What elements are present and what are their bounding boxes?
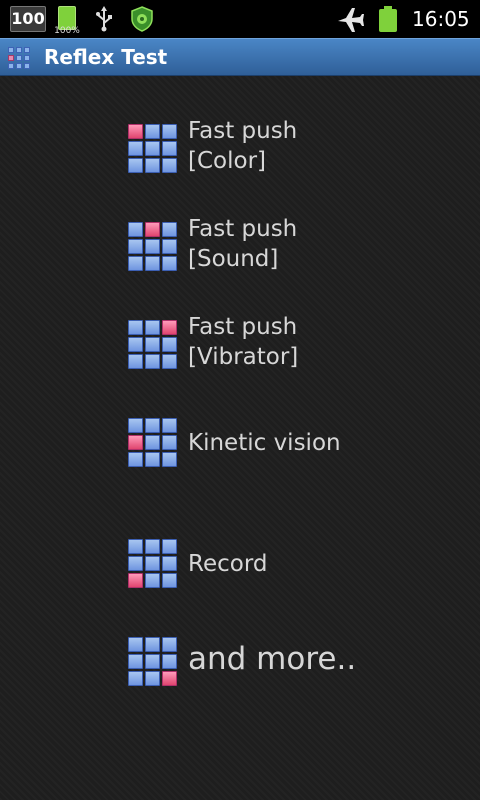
- grid-cell: [145, 637, 160, 652]
- grid-cell: [162, 256, 177, 271]
- grid-cell-highlighted: [162, 320, 177, 335]
- grid-cell: [162, 141, 177, 156]
- grid-cell-highlighted: [128, 435, 143, 450]
- app-grid-icon: [8, 47, 30, 69]
- grid-cell-highlighted: [162, 671, 177, 686]
- airplane-icon: [338, 8, 364, 32]
- label-line-2: [Vibrator]: [188, 344, 299, 370]
- grid-cell: [162, 222, 177, 237]
- usb-icon: [96, 6, 112, 32]
- grid-cell: [162, 556, 177, 571]
- grid-cell: [162, 539, 177, 554]
- label-line-1: Fast push: [188, 216, 298, 242]
- grid-cell: [162, 573, 177, 588]
- grid-cell: [128, 354, 143, 369]
- menu-item-label: Kinetic vision: [188, 430, 341, 456]
- menu-item-and-more[interactable]: and more..: [128, 635, 448, 691]
- grid-cell: [145, 435, 160, 450]
- grid-icon: [128, 637, 178, 687]
- grid-cell: [145, 671, 160, 686]
- grid-cell: [162, 452, 177, 467]
- clock: 16:05: [412, 7, 470, 31]
- grid-cell: [145, 337, 160, 352]
- grid-cell: [162, 158, 177, 173]
- grid-cell: [162, 637, 177, 652]
- menu-item-fast-push-sound[interactable]: Fast push [Sound]: [128, 216, 448, 276]
- grid-cell: [145, 320, 160, 335]
- grid-cell: [128, 556, 143, 571]
- grid-cell: [128, 320, 143, 335]
- grid-cell: [162, 239, 177, 254]
- grid-cell: [145, 158, 160, 173]
- grid-icon: [128, 320, 178, 370]
- menu-item-label: Record: [188, 551, 268, 577]
- status-bar: 100 100% 16:05: [0, 0, 480, 38]
- grid-cell: [145, 141, 160, 156]
- grid-cell: [128, 671, 143, 686]
- grid-icon: [128, 124, 178, 174]
- grid-cell: [162, 337, 177, 352]
- grid-cell: [145, 654, 160, 669]
- menu-item-label: and more..: [188, 641, 357, 677]
- small-battery-percent: 100%: [54, 26, 80, 36]
- grid-cell: [145, 539, 160, 554]
- grid-cell-highlighted: [128, 124, 143, 139]
- grid-cell: [145, 354, 160, 369]
- label-line-2: [Color]: [188, 148, 266, 174]
- grid-cell: [162, 418, 177, 433]
- grid-cell: [145, 418, 160, 433]
- grid-cell: [128, 637, 143, 652]
- grid-cell: [128, 337, 143, 352]
- grid-cell: [145, 124, 160, 139]
- grid-cell: [128, 654, 143, 669]
- menu-item-label: Fast push [Color]: [188, 116, 297, 176]
- label-line-2: [Sound]: [188, 246, 279, 272]
- label-line-1: Fast push: [188, 118, 298, 144]
- small-battery-icon: 100%: [54, 4, 80, 36]
- grid-cell: [128, 418, 143, 433]
- title-bar: Reflex Test: [0, 38, 480, 76]
- menu-item-kinetic-vision[interactable]: Kinetic vision: [128, 416, 448, 472]
- grid-cell: [128, 222, 143, 237]
- grid-cell: [128, 452, 143, 467]
- grid-cell: [145, 573, 160, 588]
- grid-cell: [145, 556, 160, 571]
- grid-cell: [162, 435, 177, 450]
- menu-item-record[interactable]: Record: [128, 537, 448, 593]
- grid-cell: [128, 141, 143, 156]
- battery-full-icon: [378, 6, 398, 32]
- menu-item-fast-push-vibrator[interactable]: Fast push [Vibrator]: [128, 314, 448, 374]
- app-title: Reflex Test: [44, 45, 168, 69]
- grid-cell: [128, 539, 143, 554]
- grid-icon: [128, 418, 178, 468]
- grid-icon: [128, 539, 178, 589]
- menu-item-label: Fast push [Sound]: [188, 214, 297, 274]
- grid-cell: [162, 654, 177, 669]
- grid-cell: [128, 158, 143, 173]
- label-line-1: Fast push: [188, 314, 298, 340]
- shield-icon: [131, 6, 153, 32]
- menu-item-fast-push-color[interactable]: Fast push [Color]: [128, 118, 448, 178]
- battery-number-icon: 100: [10, 6, 46, 32]
- grid-cell-highlighted: [145, 222, 160, 237]
- grid-cell: [145, 452, 160, 467]
- grid-cell-highlighted: [128, 573, 143, 588]
- grid-icon: [128, 222, 178, 272]
- grid-cell: [162, 124, 177, 139]
- grid-cell: [162, 354, 177, 369]
- grid-cell: [128, 239, 143, 254]
- grid-cell: [145, 239, 160, 254]
- grid-cell: [128, 256, 143, 271]
- menu-item-label: Fast push [Vibrator]: [188, 312, 298, 372]
- grid-cell: [145, 256, 160, 271]
